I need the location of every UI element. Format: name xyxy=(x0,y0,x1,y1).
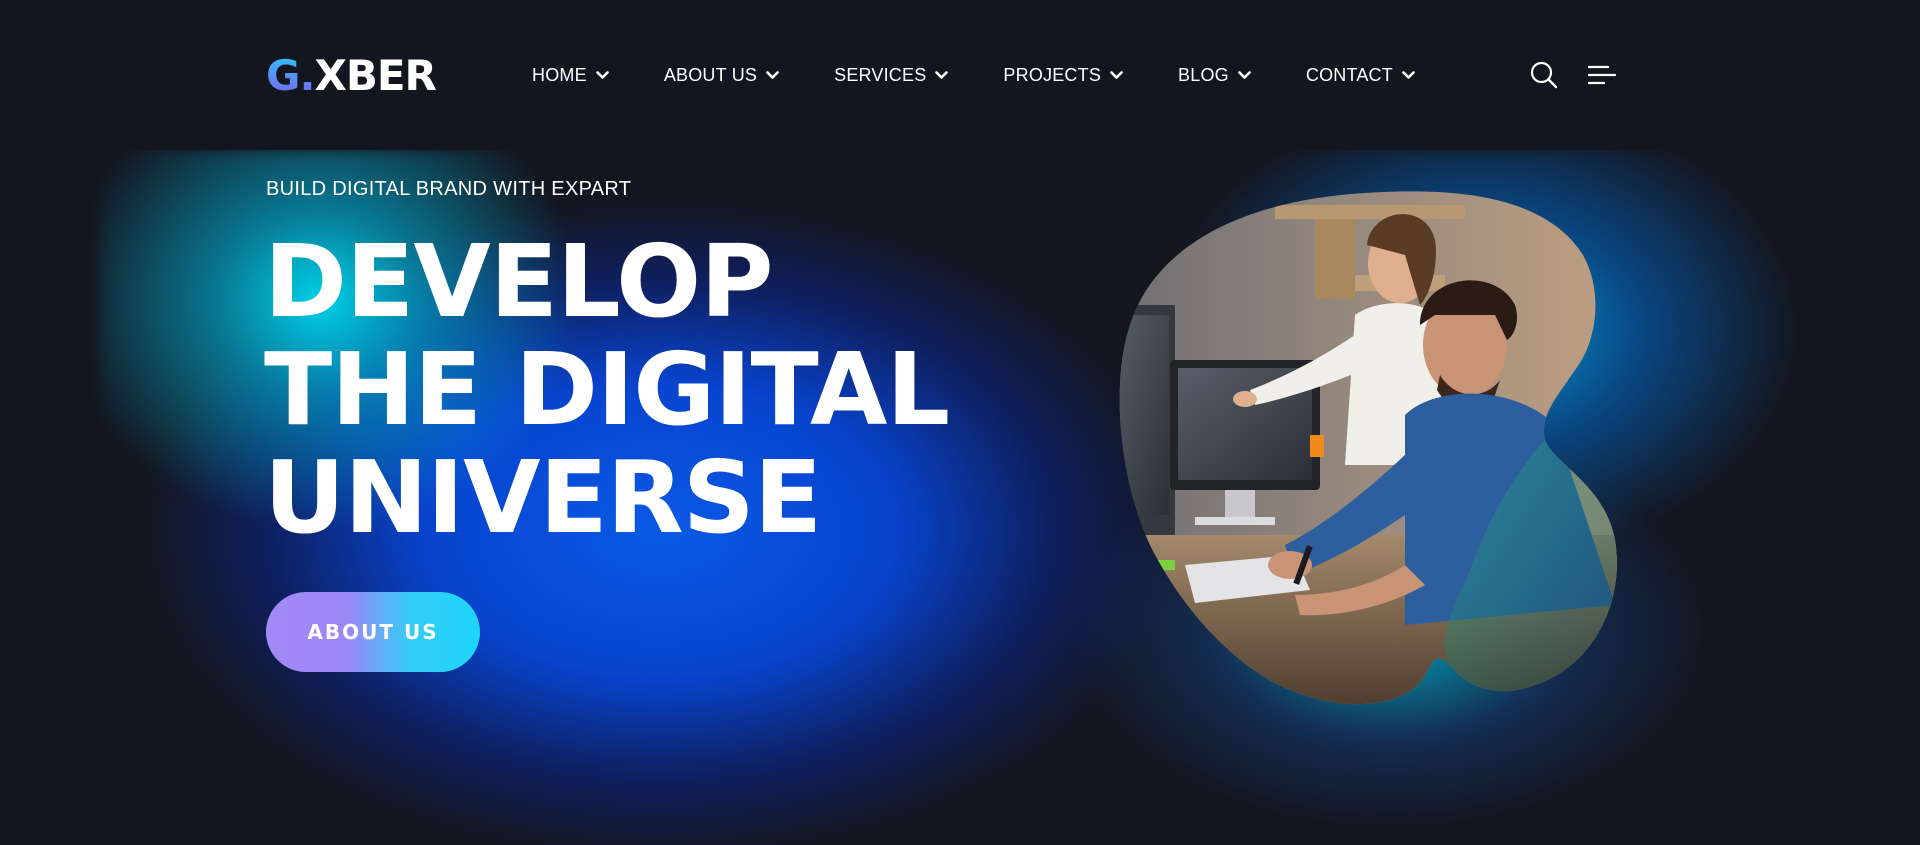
nav-item-about-us[interactable]: ABOUT US xyxy=(664,65,779,86)
nav-item-label: SERVICES xyxy=(834,64,927,85)
headline-line: DEVELOP xyxy=(264,223,773,340)
headline-line: THE DIGITAL xyxy=(264,331,950,448)
nav-item-label: HOME xyxy=(532,64,587,85)
logo-text: XBER xyxy=(314,51,436,100)
chevron-down-icon xyxy=(1402,70,1415,80)
team-photo xyxy=(1075,185,1675,715)
chevron-down-icon xyxy=(596,70,609,80)
nav-item-projects[interactable]: PROJECTS xyxy=(1003,65,1123,86)
nav-item-label: BLOG xyxy=(1178,64,1229,85)
chevron-down-icon xyxy=(766,70,779,80)
about-us-button[interactable]: ABOUT US xyxy=(266,592,480,672)
nav-item-label: CONTACT xyxy=(1305,64,1393,85)
logo-mark: G. xyxy=(266,51,315,100)
hamburger-menu-icon[interactable] xyxy=(1587,63,1617,87)
chevron-down-icon xyxy=(935,70,949,80)
nav-item-contact[interactable]: CONTACT xyxy=(1306,65,1415,86)
site-header: G.XBER HOME ABOUT US SERVICES PROJECTS B… xyxy=(0,0,1920,150)
nav-item-services[interactable]: SERVICES xyxy=(834,64,949,86)
search-icon[interactable] xyxy=(1530,61,1558,89)
brand-logo[interactable]: G.XBER xyxy=(266,50,437,102)
chevron-down-icon xyxy=(1110,70,1123,80)
headline-line: UNIVERSE xyxy=(264,439,822,556)
nav-item-blog[interactable]: BLOG xyxy=(1178,65,1251,86)
main-nav: HOME ABOUT US SERVICES PROJECTS BLOG CON… xyxy=(532,62,1470,88)
hero-section: BUILD DIGITAL BRAND WITH EXPART DEVELOP … xyxy=(0,150,1920,845)
hero-tagline: BUILD DIGITAL BRAND WITH EXPART xyxy=(266,178,632,200)
nav-item-home[interactable]: HOME xyxy=(532,65,609,86)
nav-item-label: PROJECTS xyxy=(1003,64,1102,85)
nav-item-label: ABOUT US xyxy=(663,64,758,85)
hero-headline: DEVELOP THE DIGITAL UNIVERSE xyxy=(264,228,984,552)
chevron-down-icon xyxy=(1238,70,1251,80)
